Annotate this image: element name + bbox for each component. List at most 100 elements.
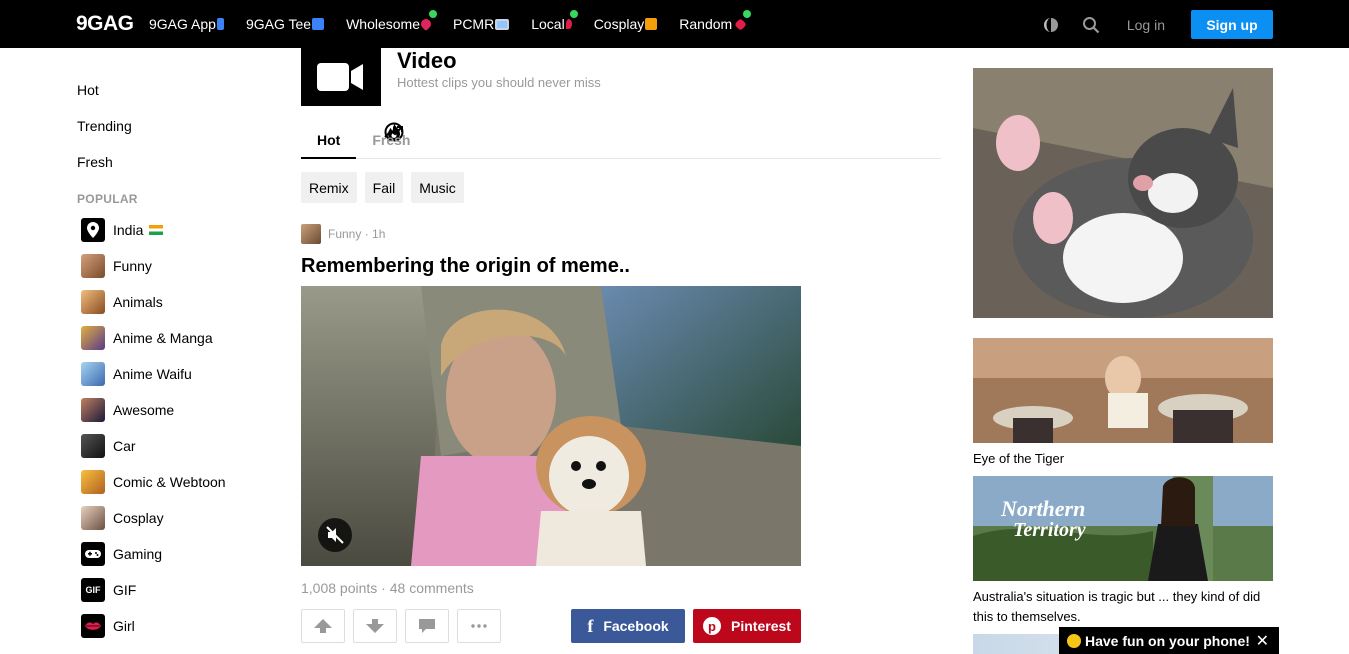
northern-territory-image: Northern Territory [973,476,1273,581]
sidebar-item-label: Comic & Webtoon [113,474,226,490]
facebook-icon: f [587,615,594,636]
phone-icon [216,18,224,30]
nav-label: PCMR [452,16,495,32]
sidebar-item-label: Anime & Manga [113,330,213,346]
more-options-button[interactable] [457,609,501,643]
northern-territory-video-thumb[interactable]: Northern Territory [973,476,1273,581]
section-subtitle: Hottest clips you should never miss [397,75,601,90]
site-logo[interactable]: 9GAG [76,12,134,36]
nav-item-wholesome[interactable]: Wholesome [346,10,437,32]
chip-fail[interactable]: Fail [364,172,404,203]
thumb-caption[interactable]: Eye of the Tiger [973,449,1273,469]
new-dot [743,10,752,18]
app-promo-banner[interactable]: Have fun on your phone! ✕ [1059,627,1279,654]
post-title[interactable]: Remembering the origin of meme.. [301,255,630,278]
tab-hot[interactable]: Hot [301,124,357,159]
sidebar-item-comic-webtoon[interactable]: Comic & Webtoon [77,464,277,500]
sidebar-item-awesome[interactable]: Awesome [77,392,277,428]
kitten-image [973,68,1273,318]
downvote-button[interactable] [353,609,397,643]
sidebar-item-label: Car [113,438,136,454]
sidebar-item-cosplay[interactable]: Cosplay [77,500,277,536]
nav-item-random[interactable]: Random [679,10,752,32]
cosplay-icon [81,506,105,530]
sidebar-item-label: Girl [113,618,135,634]
video-frame [301,286,801,566]
india-flag-icon [149,225,164,235]
share-pinterest-button[interactable]: p Pinterest [693,609,801,643]
comment-icon [419,619,435,633]
sidebar-item-funny[interactable]: Funny [77,248,277,284]
nav-item-pcmr[interactable]: PCMR [452,16,510,32]
monitor-icon [495,18,510,30]
sidebar-item-animals[interactable]: Animals [77,284,277,320]
dark-mode-icon[interactable] [1041,15,1061,35]
tshirt-icon [312,18,325,30]
car-icon [81,434,105,458]
popular-heading: POPULAR [77,192,138,206]
sidebar-item-hot[interactable]: Hot [77,72,400,140]
close-icon[interactable]: ✕ [1256,631,1269,651]
nav-label: Cosplay [593,16,645,32]
nav-item-local[interactable]: Local [531,10,578,32]
mute-toggle-button[interactable] [318,518,352,552]
speaker-muted-icon [326,526,344,544]
sidebar-item-gif[interactable]: GIF GIF [77,572,277,608]
post-points[interactable]: 1,008 points [301,580,377,596]
video-section-tile [301,48,381,106]
chip-remix[interactable]: Remix [301,172,357,203]
category-avatar[interactable] [301,224,321,244]
tag-chips: Remix Fail Music [301,172,472,203]
sidebar-item-anime-waifu[interactable]: Anime Waifu [77,356,277,392]
left-sidebar: Hot Trending Fresh POPULAR India Funny A… [77,72,404,644]
pinterest-label: Pinterest [731,618,791,634]
drummer-video-thumb[interactable] [973,338,1273,443]
tab-fresh[interactable]: Fresh [356,124,426,159]
top-right-actions: Log in Sign up [1041,10,1273,39]
downvote-icon [366,619,384,633]
sidebar-item-car[interactable]: Car [77,428,277,464]
post-time: 1h [372,227,386,241]
nav-item-cosplay[interactable]: Cosplay [594,16,658,32]
sidebar-item-india[interactable]: India [77,212,277,248]
animals-icon [81,290,105,314]
search-icon[interactable] [1081,15,1101,35]
awesome-icon [81,398,105,422]
nav-item-9gag-tee[interactable]: 9GAG Tee [246,16,325,32]
mask-icon [645,18,658,30]
meta-separator: · [361,227,373,241]
sidebar-item-anime-manga[interactable]: Anime & Manga [77,320,277,356]
share-facebook-button[interactable]: f Facebook [571,609,685,643]
nav-label: Wholesome [346,16,420,32]
gif-icon: GIF [81,578,105,602]
featured-kitten-gif[interactable] [973,68,1273,318]
post-comments-count[interactable]: 48 comments [390,580,474,596]
sidebar-item-fresh[interactable]: Fresh [77,122,404,180]
sidebar-item-trending[interactable]: Trending [77,108,403,144]
heart-icon [418,16,434,32]
chip-music[interactable]: Music [411,172,464,203]
sidebar-item-label: India [113,222,144,238]
sidebar-item-label: Animals [113,294,163,310]
sidebar-item-girl[interactable]: Girl [77,608,277,644]
post-video[interactable] [301,286,801,566]
sidebar-item-label: Hot [77,82,99,98]
more-icon [471,624,487,628]
top-navbar: 9GAG 9GAG App 9GAG Tee Wholesome PCMR Lo… [0,0,1349,48]
pinterest-icon: p [703,617,722,635]
nav-item-9gag-app[interactable]: 9GAG App [149,16,224,32]
thumb-caption[interactable]: Australia's situation is tragic but ... … [973,587,1273,627]
northern-territory-logo: Northern [1000,496,1085,521]
post-category[interactable]: Funny [328,227,361,241]
post-meta: Funny · 1h [301,224,385,244]
sidebar-item-gaming[interactable]: Gaming [77,536,277,572]
upvote-button[interactable] [301,609,345,643]
signup-button[interactable]: Sign up [1191,10,1273,39]
login-link[interactable]: Log in [1127,17,1165,33]
nav-label: Random [679,16,733,32]
sidebar-item-label: Cosplay [113,510,164,526]
comic-webtoon-icon [81,470,105,494]
northern-territory-logo: Territory [1013,519,1086,541]
anime-manga-icon [81,326,105,350]
comment-button[interactable] [405,609,449,643]
